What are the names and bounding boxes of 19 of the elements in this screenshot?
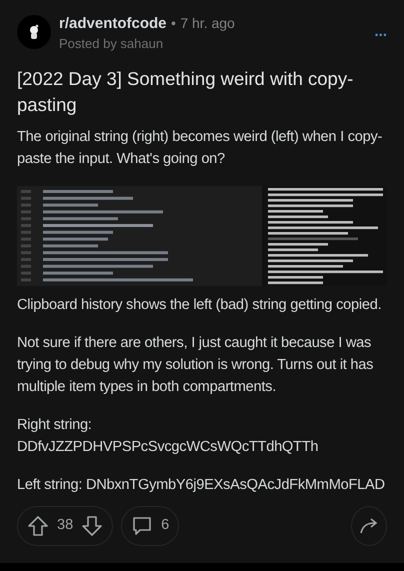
post-title: [2022 Day 3] Something weird with copy-pasting [17, 67, 354, 117]
vote-count: 38 [57, 516, 74, 536]
body-text: Right string: DDfvJZZPDHVPSPcSvcgcWCsWQcTTdhQTTh [17, 416, 320, 457]
more-options-button[interactable]: ... [374, 20, 387, 44]
subreddit-name[interactable]: r/adventofcode [59, 15, 167, 32]
body-text: Left string: DNbxnTGymbY6j9EXsAsQAcJdFkMmMoFLAD [17, 476, 386, 495]
share-button[interactable] [351, 506, 387, 546]
comment-icon [131, 515, 154, 537]
subreddit-avatar[interactable] [17, 15, 51, 49]
body-text: Not sure if there are others, I just caught it because I was trying to debug why my solution is wrong. Turns out it has multiple item types in both compartments. [17, 334, 374, 397]
upvote-icon[interactable] [27, 515, 49, 537]
downvote-icon[interactable] [81, 515, 104, 537]
body-text: The original string (right) becomes weird (left) when I copy-paste the input. What's going on? [17, 128, 384, 169]
author-line: Posted by sahaun [59, 36, 164, 52]
post-age: 7 hr. ago [180, 15, 235, 31]
separator: • [170, 15, 176, 31]
share-icon [359, 518, 379, 534]
comments-button[interactable]: 6 [121, 506, 180, 546]
body-text: Clipboard history shows the left (bad) string getting copied. [17, 296, 382, 315]
